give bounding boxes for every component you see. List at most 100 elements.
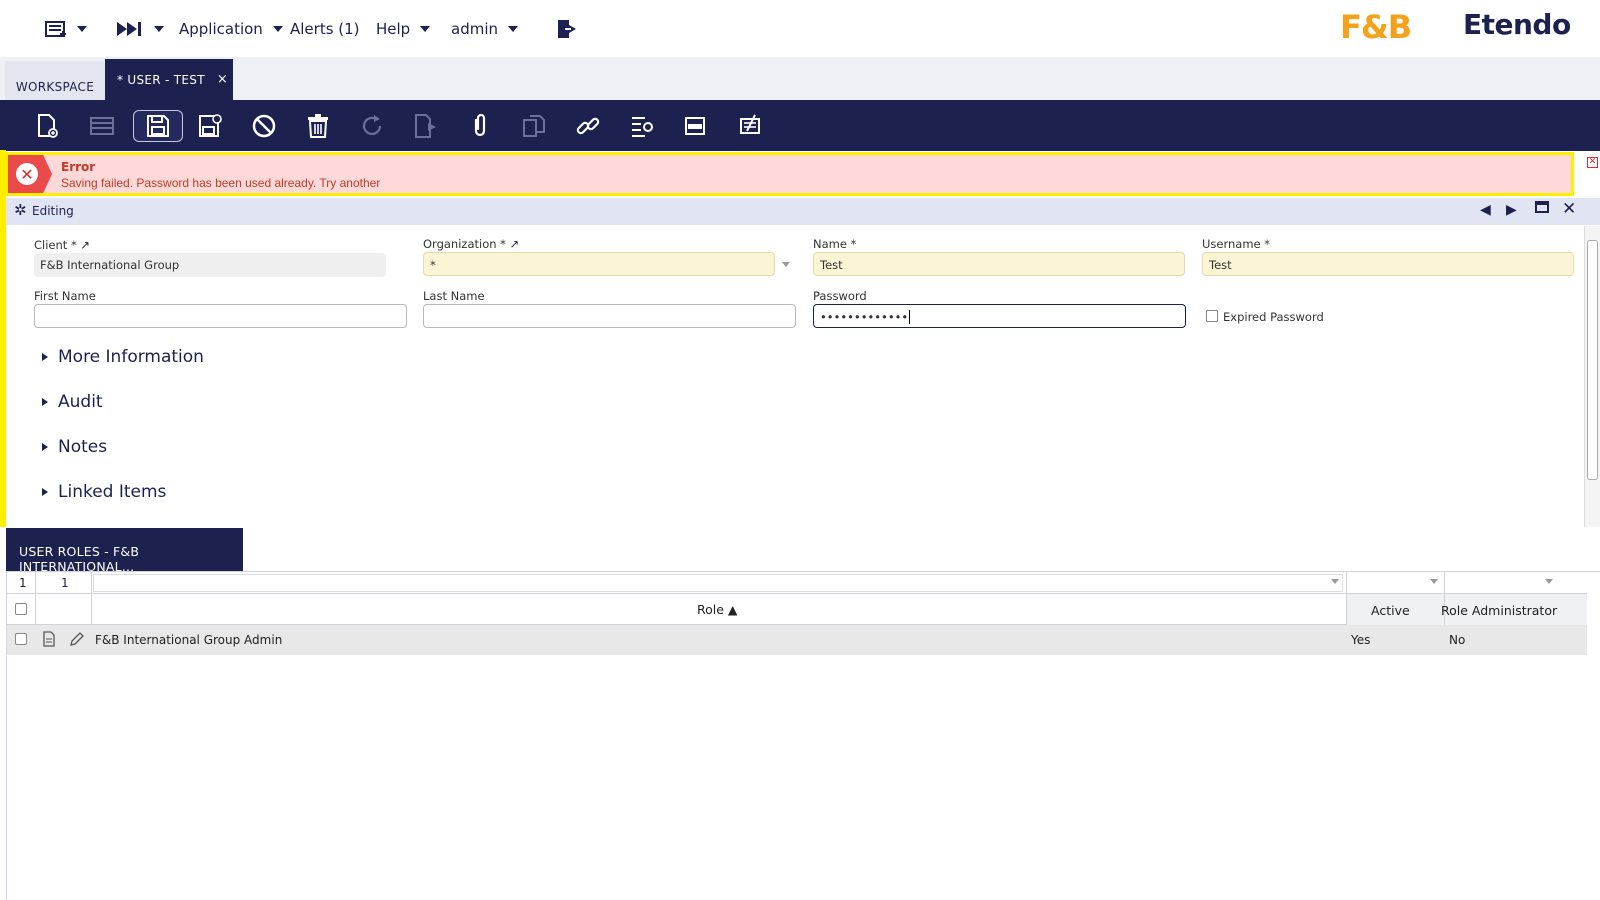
cell-active: Yes — [1351, 633, 1371, 647]
organization-label: Organization * ↗ — [423, 237, 520, 251]
error-message-bar: ✕ Error Saving failed. Password has been… — [5, 152, 1574, 196]
save-button[interactable] — [133, 110, 183, 142]
last-name-label: Last Name — [423, 289, 485, 303]
column-header-role[interactable]: Role ▲ — [697, 602, 738, 617]
form-view-icon — [685, 117, 705, 135]
cancel-icon — [252, 114, 276, 138]
save-close-icon — [199, 114, 222, 137]
expired-password-checkbox[interactable] — [1206, 310, 1218, 322]
document-icon[interactable] — [42, 631, 56, 651]
alerts-label: Alerts (1) — [290, 20, 360, 38]
selected-count: 1 — [19, 576, 27, 590]
row-checkbox[interactable] — [15, 633, 27, 645]
alerts-link[interactable]: Alerts (1) — [290, 18, 360, 40]
column-header-active[interactable]: Active — [1371, 603, 1410, 618]
close-icon[interactable]: ✕ — [1562, 199, 1576, 219]
save-close-button[interactable] — [190, 110, 230, 142]
section-linked-items[interactable]: Linked Items — [42, 482, 166, 502]
previous-record-icon[interactable]: ◀ — [1480, 202, 1491, 218]
chevron-down-icon[interactable] — [1545, 579, 1553, 584]
section-more-information[interactable]: More Information — [42, 347, 204, 367]
menu-list-icon — [45, 21, 66, 37]
window-tabs: WORKSPACE * USER - TEST × — [0, 57, 1600, 100]
tab-user-roles[interactable]: USER ROLES - F&B INTERNATIONAL... — [6, 528, 243, 574]
user-form: Client * ↗ F&B International Group Organ… — [6, 225, 1586, 527]
help-menu[interactable]: Help — [376, 18, 431, 40]
last-name-input[interactable] — [423, 304, 796, 328]
paperclip-icon — [474, 113, 486, 137]
editing-status-bar: ✲ Editing ◀ ▶ ✕ — [6, 198, 1600, 225]
maximize-icon[interactable] — [1535, 200, 1549, 218]
username-label: Username * — [1202, 237, 1271, 251]
trash-icon — [308, 114, 328, 138]
next-record-icon[interactable]: ▶ — [1506, 202, 1517, 218]
tab-user-test[interactable]: * USER - TEST × — [105, 59, 233, 100]
select-all-checkbox[interactable] — [15, 603, 27, 615]
chevron-right-icon — [42, 443, 48, 451]
role-filter-input[interactable] — [93, 574, 1343, 592]
chevron-down-icon[interactable] — [1331, 579, 1339, 584]
user-roles-grid: 1 1 Role ▲ Active Role Administrator F&B… — [6, 571, 1600, 900]
toolbar — [0, 100, 1600, 151]
chevron-down-icon[interactable] — [1430, 579, 1438, 584]
tab-user-test-label: * USER - TEST — [117, 72, 205, 87]
name-input[interactable]: Test — [813, 252, 1185, 276]
logout-icon — [558, 20, 576, 38]
client-field: F&B International Group — [34, 253, 386, 277]
export-button[interactable] — [405, 110, 445, 142]
user-label: admin — [451, 20, 498, 38]
first-name-label: First Name — [34, 289, 96, 303]
application-label: Application — [179, 20, 263, 38]
chevron-down-icon — [508, 26, 518, 32]
form-settings-icon — [632, 117, 653, 137]
menu-button[interactable] — [45, 18, 87, 40]
logout-button[interactable] — [556, 18, 578, 40]
chevron-down-icon — [272, 26, 283, 32]
organization-select[interactable]: * — [423, 252, 775, 276]
tree-button[interactable] — [622, 110, 662, 142]
new-row-button[interactable] — [82, 110, 122, 142]
quick-launch-button[interactable] — [116, 18, 164, 40]
form-scrollbar[interactable] — [1584, 226, 1600, 527]
new-document-button[interactable] — [27, 110, 67, 142]
top-bar: Application Alerts (1) Help admin F&B Et… — [0, 0, 1600, 57]
clone-button[interactable] — [514, 110, 554, 142]
scrollbar-thumb[interactable] — [1587, 240, 1598, 480]
editing-label: Editing — [32, 204, 74, 218]
delete-button[interactable] — [298, 110, 338, 142]
column-header-role-administrator[interactable]: Role Administrator — [1441, 603, 1557, 618]
password-input[interactable]: ••••••••••••• — [813, 304, 1186, 328]
section-notes[interactable]: Notes — [42, 437, 107, 457]
username-input[interactable]: Test — [1202, 252, 1574, 276]
notes-button[interactable] — [730, 110, 770, 142]
refresh-button[interactable] — [352, 110, 392, 142]
error-message: Saving failed. Password has been used al… — [61, 176, 381, 190]
expired-password-label: Expired Password — [1223, 310, 1324, 324]
password-label: Password — [813, 289, 867, 303]
section-audit[interactable]: Audit — [42, 392, 103, 412]
link-button[interactable] — [568, 110, 608, 142]
chevron-down-icon — [154, 26, 164, 32]
close-icon[interactable]: ✕ — [1587, 157, 1598, 168]
edit-pencil-icon[interactable] — [69, 631, 85, 651]
application-menu[interactable]: Application — [179, 18, 283, 40]
tab-user-roles-label: USER ROLES - F&B INTERNATIONAL... — [19, 543, 140, 574]
refresh-icon — [362, 115, 382, 135]
undo-button[interactable] — [244, 110, 284, 142]
form-view-button[interactable] — [676, 110, 716, 142]
chevron-right-icon — [42, 488, 48, 496]
user-menu[interactable]: admin — [451, 18, 518, 40]
help-label: Help — [376, 20, 411, 38]
asterisk-icon: ✲ — [14, 201, 27, 219]
close-icon[interactable]: × — [217, 72, 228, 87]
chevron-right-icon — [42, 353, 48, 361]
etendo-logo: Etendo — [1463, 8, 1571, 41]
chevron-right-icon — [42, 398, 48, 406]
table-row[interactable]: F&B International Group Admin Yes No — [7, 625, 1587, 655]
first-name-input[interactable] — [34, 304, 407, 328]
client-label: Client * ↗ — [34, 238, 90, 252]
tab-workspace-label: WORKSPACE — [15, 79, 95, 94]
chevron-down-icon[interactable] — [782, 262, 790, 267]
attachment-button[interactable] — [460, 110, 500, 142]
tab-workspace[interactable]: WORKSPACE — [5, 61, 105, 100]
